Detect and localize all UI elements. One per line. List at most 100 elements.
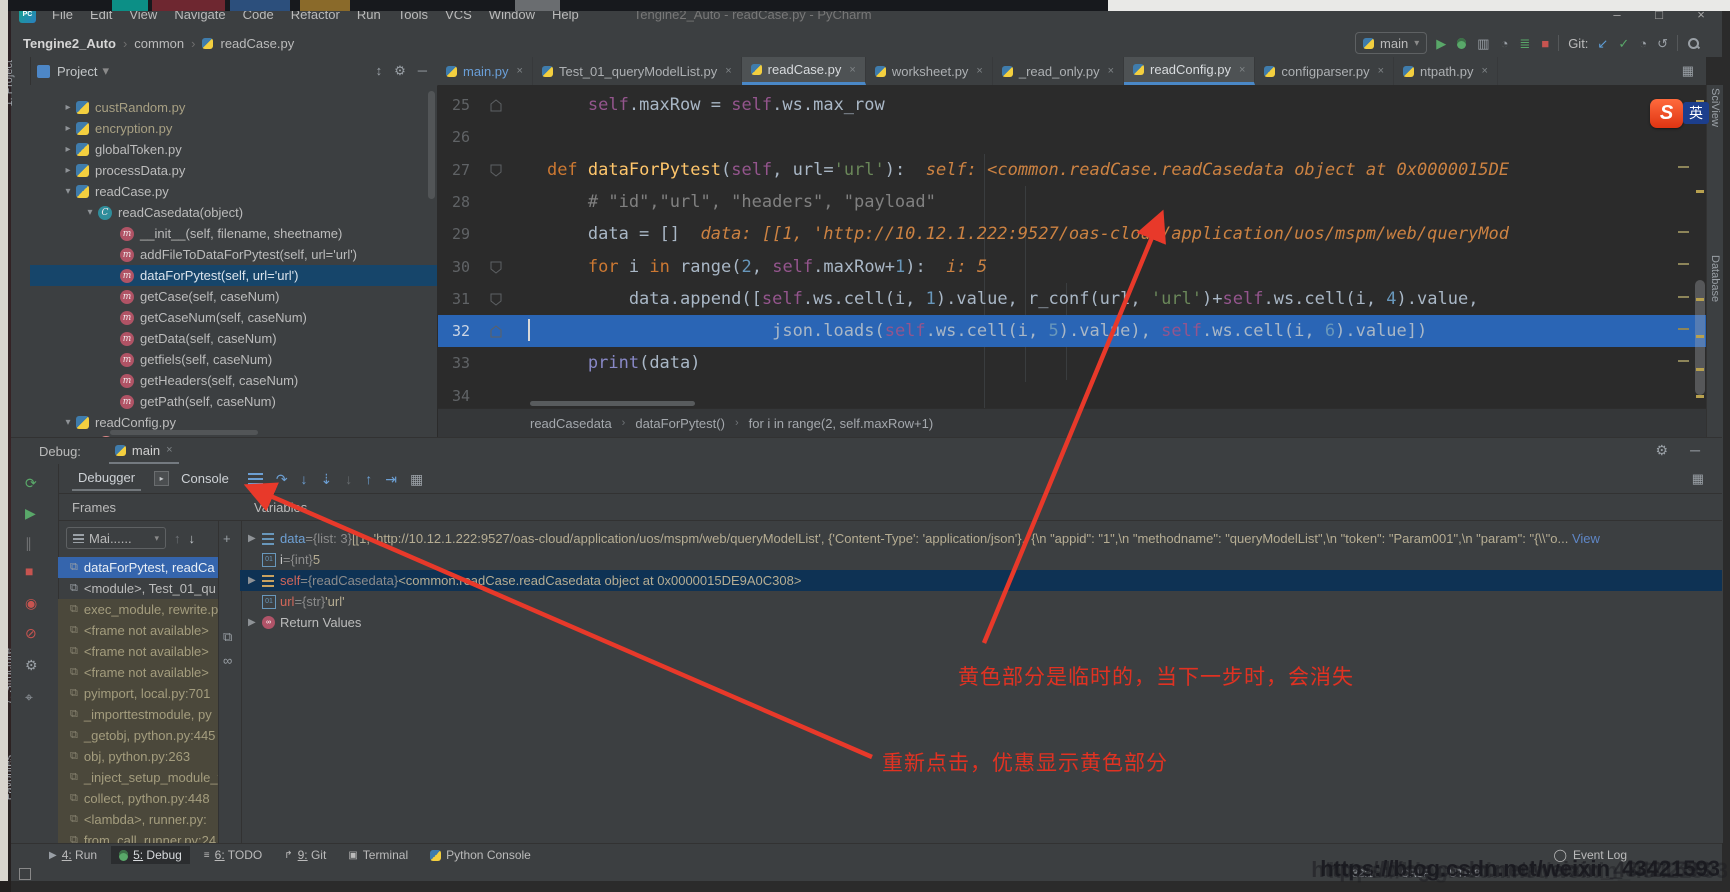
tool-button-5-debug[interactable]: 5: Debug [111,846,190,864]
tool-button-python-console[interactable]: Python Console [422,846,539,864]
tab-readConfig.py[interactable]: readConfig.py× [1124,57,1255,85]
stop-debug-button[interactable]: ■ [25,564,33,578]
editor-breadcrumb-item[interactable]: for i in range(2, self.maxRow+1) [749,416,934,431]
tool-button-database[interactable]: Database [1709,255,1721,302]
frame-row[interactable]: ⧉<lambda>, runner.py: [58,809,218,830]
tab-main.py[interactable]: main.py× [437,57,533,85]
project-header-icon-1[interactable]: ⚙ [394,63,406,79]
code-line[interactable]: 26 [438,121,1706,153]
run-button[interactable]: ▶ [1436,37,1446,50]
tree-item[interactable]: ▾readCase.py [30,181,437,202]
coverage-button[interactable]: ▥ [1477,37,1489,50]
tree-item[interactable]: mgetfiels(self, caseNum) [30,349,437,370]
close-icon[interactable]: × [1378,65,1384,77]
rerun-button[interactable]: ⟳ [25,476,37,490]
tree-item[interactable]: maddFileToDataForPytest(self, url='url') [30,244,437,265]
pause-button[interactable]: ∥ [25,536,32,550]
tab-worksheet.py[interactable]: worksheet.py× [866,57,993,85]
scrollbar[interactable] [110,430,258,435]
step-out-button[interactable]: ↑ [365,472,372,486]
profiler-button[interactable]: ◔ [1501,37,1509,50]
tool-button-4-run[interactable]: ▶4: Run [41,846,105,864]
frame-row[interactable]: ⧉<module>, Test_01_qu [58,578,218,599]
tab-console[interactable]: ▸ Console [154,467,235,490]
close-icon[interactable]: × [1482,65,1488,77]
close-icon[interactable]: × [1239,64,1245,76]
breadcrumb-item[interactable]: readCase.py [220,36,294,51]
step-over-button[interactable]: ↷ [276,472,288,486]
commit-button[interactable]: ✓ [1618,37,1629,50]
step-into-button[interactable]: ↓ [301,472,308,486]
frame-row[interactable]: ⧉from_call, runner.py:24 [58,830,218,844]
tab-configparser.py[interactable]: configparser.py× [1255,57,1394,85]
tree-item[interactable]: mgetData(self, caseNum) [30,328,437,349]
stop-button[interactable]: ■ [1541,37,1549,50]
code-line[interactable]: 29 data = [] data: [[1, 'http://10.12.1.… [438,218,1706,250]
chevron-down-icon[interactable]: ▾ [102,63,109,79]
code-line[interactable]: 33 print(data) [438,347,1706,379]
project-header-icon-0[interactable]: ↕ [376,63,383,79]
code-line[interactable]: 25 self.maxRow = self.ws.max_row [438,89,1706,121]
tree-item[interactable]: mgetPath(self, caseNum) [30,391,437,412]
copy-value-button[interactable]: ⧉ [223,629,232,645]
tree-item[interactable]: ▸globalToken.py [30,139,437,160]
taskbar-app[interactable] [112,0,148,11]
tree-item[interactable]: mgetHeaders(self, caseNum) [30,370,437,391]
add-watch-button[interactable]: + [223,531,231,546]
breadcrumb-item[interactable]: Tengine2_Auto [23,36,116,51]
force-step-into-button[interactable]: ↓ [345,472,352,486]
show-return-values-button[interactable]: ∞ [223,653,232,668]
view-link[interactable]: View [1568,531,1600,546]
frame-row[interactable]: ⧉<frame not available> [58,641,218,662]
project-header-icon-2[interactable]: ─ [418,63,427,79]
close-icon[interactable]: × [725,65,731,77]
tree-item[interactable]: ▸encryption.py [30,118,437,139]
frame-row[interactable]: ⧉<frame not available> [58,620,218,641]
debug-header-icon-1[interactable]: ─ [1690,442,1700,459]
editor-breadcrumb-item[interactable]: readCasedata [530,416,612,431]
variable-row[interactable]: ▶self = {readCasedata} <common.readCase.… [240,570,1722,591]
close-icon[interactable]: × [976,65,982,77]
history-button[interactable]: ◔ [1639,37,1647,50]
step-into-my-code-button[interactable]: ⇣ [321,472,333,486]
chevron-right-icon[interactable]: ▸ [60,102,76,113]
variable-row[interactable]: 01url = {str} 'url' [240,591,1722,612]
frame-row[interactable]: ⧉_getobj, python.py:445 [58,725,218,746]
debug-session-tab[interactable]: main × [109,438,179,464]
tree-item[interactable]: mdataForPytest(self, url='url') [30,265,437,286]
tree-item[interactable]: ▸processData.py [30,160,437,181]
frame-row[interactable]: ⧉_importtestmodule, py [58,704,218,725]
concurrency-button[interactable]: ≣ [1519,37,1530,50]
resume-button[interactable]: ▶ [25,506,36,520]
frame-row[interactable]: ⧉obj, python.py:263 [58,746,218,767]
close-icon[interactable]: × [166,444,172,456]
tree-item[interactable]: ▾CreadCasedata(object) [30,202,437,223]
restore-layout-icon[interactable]: ▦ [1692,471,1704,487]
search-everywhere-icon[interactable] [1687,37,1700,50]
tool-button-terminal[interactable]: ▣Terminal [340,846,416,864]
chevron-right-icon[interactable]: ▸ [60,123,76,134]
tab-readCase.py[interactable]: readCase.py× [742,57,866,85]
tool-button-6-todo[interactable]: ≡6: TODO [196,846,270,864]
frame-down-icon[interactable]: ↓ [189,531,196,546]
run-to-cursor-button[interactable]: ⇥ [385,472,397,486]
tab-_read_only.py[interactable]: _read_only.py× [993,57,1124,85]
chevron-down-icon[interactable]: ▾ [60,417,76,428]
taskbar-app[interactable] [515,0,560,11]
pin-tab-button[interactable]: ⌖ [25,690,33,704]
tree-item[interactable]: ▸custRandom.py [30,97,437,118]
frame-row[interactable]: ⧉<frame not available> [58,662,218,683]
thread-dropdown[interactable]: Mai...... ▾ [66,527,166,549]
close-icon[interactable]: × [1108,65,1114,77]
tree-item[interactable]: mgetCase(self, caseNum) [30,286,437,307]
tab-Test_01_queryModelList.py[interactable]: Test_01_queryModelList.py× [533,57,742,85]
recent-files-icon[interactable]: ▦ [1682,57,1694,85]
variable-row[interactable]: ▶data = {list: 3} [[1, 'http://10.12.1.2… [240,528,1722,549]
tool-window-switcher-icon[interactable] [19,868,31,880]
editor-breadcrumb-item[interactable]: dataForPytest() [635,416,725,431]
tab-ntpath.py[interactable]: ntpath.py× [1394,57,1498,85]
taskbar-app[interactable] [300,0,350,11]
tree-item[interactable]: mgetCaseNum(self, caseNum) [30,307,437,328]
variable-row[interactable]: ▶∞Return Values [240,612,1722,633]
evaluate-expression-button[interactable]: ▦ [410,472,423,486]
